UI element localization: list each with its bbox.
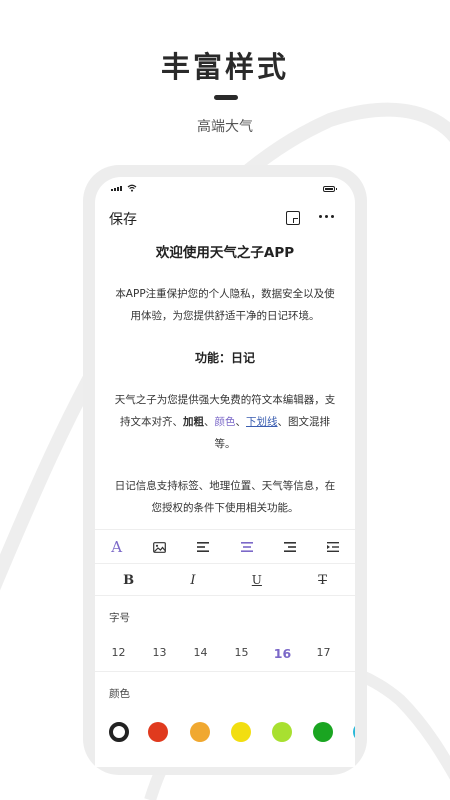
align-right-icon[interactable]: [281, 538, 299, 556]
font-size-label: 字号: [109, 612, 130, 624]
promo-subtitle: 高端大气: [197, 119, 253, 135]
signal-icon: [111, 186, 122, 191]
color-swatch-lime[interactable]: [272, 722, 292, 742]
separator-text: 、: [204, 416, 215, 428]
title-divider: [214, 95, 238, 100]
color-swatch-green[interactable]: [313, 722, 333, 742]
paragraph-info: 日记信息支持标签、地理位置、天气等信息，在您授权的条件下使用相关功能。: [114, 480, 336, 514]
wifi-icon: [127, 184, 137, 192]
font-size-15[interactable]: 15: [221, 646, 262, 661]
color-section: 颜色: [95, 671, 355, 767]
format-toolbar: A: [95, 529, 355, 564]
font-icon[interactable]: A: [108, 538, 126, 556]
phone-screen: 保存 欢迎使用天气之子APP 本APP注重保护您的个人隐私，数据安全以及使用体验…: [95, 177, 355, 767]
paragraph-privacy: 本APP注重保护您的个人隐私，数据安全以及使用体验，为您提供舒适干净的日记环境。: [115, 288, 335, 322]
font-size-14[interactable]: 14: [180, 646, 221, 661]
indent-glyph: [327, 542, 340, 552]
separator-text: 、: [235, 416, 247, 428]
font-size-16[interactable]: 16: [262, 646, 303, 661]
bold-sample: 加粗: [183, 416, 204, 428]
underline-button[interactable]: U: [252, 573, 262, 587]
color-sample: 颜色: [214, 416, 236, 428]
font-size-12[interactable]: 12: [98, 646, 139, 661]
image-icon[interactable]: [151, 538, 169, 556]
color-swatch-cyan[interactable]: [353, 722, 355, 742]
more-icon[interactable]: [319, 215, 334, 218]
strikethrough-button[interactable]: T: [318, 573, 327, 588]
editor-header: 保存: [95, 203, 355, 233]
align-center-glyph: [240, 542, 253, 552]
align-right-glyph: [283, 542, 296, 552]
underline-sample: 下划线: [246, 416, 278, 428]
font-size-17[interactable]: 17: [303, 646, 344, 661]
align-center-icon[interactable]: [238, 538, 256, 556]
color-swatch-black[interactable]: [109, 722, 129, 742]
status-bar: [95, 177, 355, 203]
image-glyph: [153, 541, 167, 553]
indent-icon[interactable]: [324, 538, 342, 556]
color-label: 颜色: [109, 688, 130, 700]
align-left-glyph: [197, 542, 210, 552]
document-title: 欢迎使用天气之子APP: [155, 245, 295, 261]
layout-icon[interactable]: [286, 211, 300, 225]
color-swatch-yellow[interactable]: [231, 722, 251, 742]
battery-icon: [323, 186, 337, 192]
bold-button[interactable]: B: [123, 573, 134, 588]
color-swatch-orange[interactable]: [190, 722, 210, 742]
document-body[interactable]: 欢迎使用天气之子APP 本APP注重保护您的个人隐私，数据安全以及使用体验，为您…: [111, 233, 339, 519]
save-button[interactable]: 保存: [109, 209, 137, 229]
promo-title: 丰富样式: [160, 50, 289, 84]
font-size-13[interactable]: 13: [139, 646, 180, 661]
font-glyph: A: [111, 538, 123, 556]
paragraph-features: 天气之子为您提供强大免费的符文本编辑器，支持文本对齐、加粗、颜色、下划线、图文混…: [111, 389, 339, 455]
color-swatch-red[interactable]: [148, 722, 168, 742]
font-size-options: 12 13 14 15 16 17: [95, 646, 355, 661]
italic-button[interactable]: I: [190, 573, 195, 588]
text-style-row: B I U T: [95, 563, 355, 596]
align-left-icon[interactable]: [194, 538, 212, 556]
font-size-section: 字号 12 13 14 15 16 17: [95, 595, 355, 672]
document-heading: 功能：日记: [194, 351, 255, 365]
